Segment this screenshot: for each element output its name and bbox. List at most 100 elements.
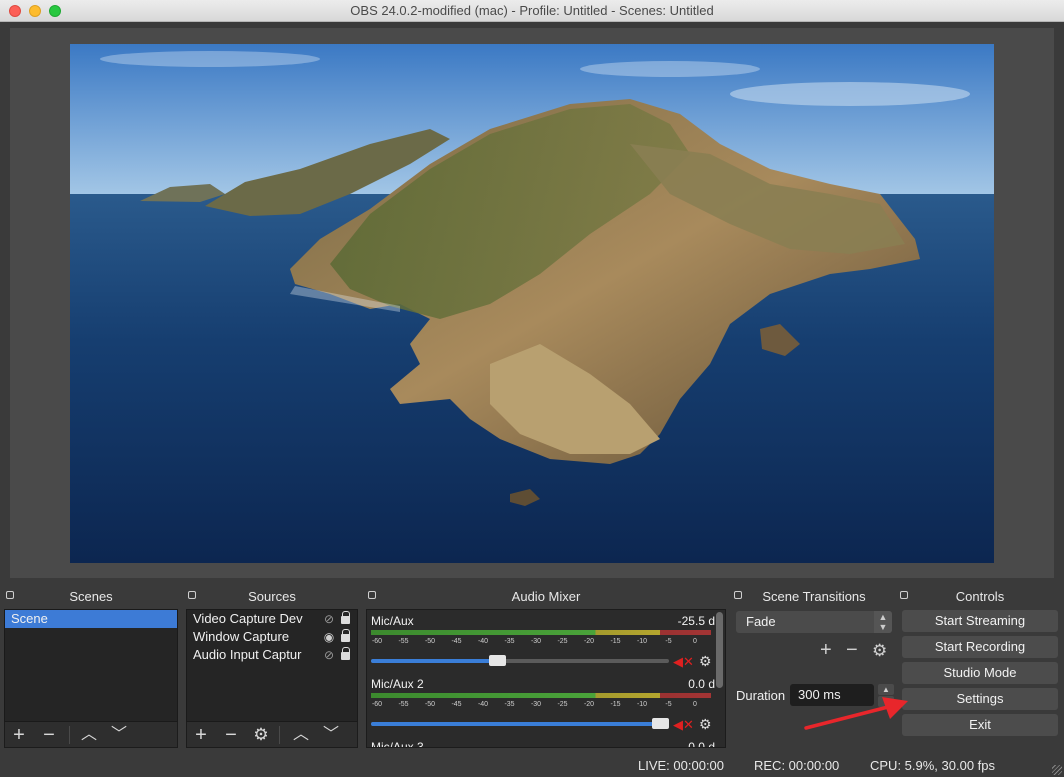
add-scene-button[interactable]: +: [9, 725, 29, 745]
scenes-dock: Scenes Scene + − ︿ ﹀: [4, 587, 178, 748]
remove-scene-button[interactable]: −: [39, 725, 59, 745]
meter-tick-label: -10: [636, 701, 648, 708]
meter-tick-label: -40: [477, 638, 489, 645]
meter-tick-label: -45: [451, 701, 462, 708]
move-source-up-button[interactable]: ︿: [291, 725, 311, 745]
source-item[interactable]: Video Capture Dev ⊘: [187, 610, 357, 628]
meter-tick-label: -25: [557, 701, 568, 708]
preview-canvas[interactable]: [70, 44, 994, 563]
start-streaming-button[interactable]: Start Streaming: [902, 610, 1058, 632]
channel-db: 0.0 d: [688, 677, 715, 691]
toolbar-divider: [69, 726, 70, 744]
channel-db: -25.5 d: [677, 614, 715, 628]
dock-float-icon[interactable]: [368, 591, 376, 599]
duration-label: Duration: [736, 688, 786, 703]
start-recording-button[interactable]: Start Recording: [902, 636, 1058, 658]
dock-float-icon[interactable]: [734, 591, 742, 599]
meter-tick-label: -15: [610, 638, 621, 645]
dock-float-icon[interactable]: [188, 591, 196, 599]
gear-icon[interactable]: ⚙: [699, 653, 712, 670]
duration-increment-button[interactable]: ▲: [878, 684, 894, 695]
meter-tick-label: -55: [398, 638, 409, 645]
meter-tick-label: -30: [530, 638, 542, 645]
lock-icon[interactable]: [337, 646, 353, 664]
channel-name: Mic/Aux 2: [371, 677, 424, 691]
meter-tick-label: -35: [504, 638, 515, 645]
add-transition-button[interactable]: +: [820, 639, 832, 662]
move-source-down-button[interactable]: ﹀: [321, 725, 341, 745]
cpu-fps-status: CPU: 5.9%, 30.00 fps: [870, 758, 996, 773]
resize-grip[interactable]: [1052, 765, 1062, 775]
annotation-arrow: [804, 697, 908, 730]
scene-transitions-dock-title: Scene Transitions: [732, 587, 896, 607]
meter-ticks: -60 -55 -50 -45 -40 -35 -30 -25 -20 -15 -10 -5 0: [371, 699, 711, 711]
preview-image: [70, 44, 994, 563]
close-window-button[interactable]: [9, 5, 21, 17]
meter-tick-label: -5: [665, 701, 672, 708]
meter-tick-label: -60: [371, 701, 383, 708]
eye-hidden-icon[interactable]: ⊘: [321, 646, 337, 664]
mute-speaker-icon[interactable]: ◀✕: [673, 654, 694, 670]
toolbar-divider: [279, 726, 280, 744]
sources-list[interactable]: Video Capture Dev ⊘ Window Capture ◉ Aud…: [186, 609, 358, 722]
transition-select[interactable]: Fade ▲ ▼: [736, 611, 892, 633]
meter-tick-label: 0: [693, 638, 697, 645]
source-properties-gear-icon[interactable]: ⚙: [251, 725, 271, 745]
scene-item[interactable]: Scene: [5, 610, 177, 628]
volume-slider-handle[interactable]: [652, 718, 669, 729]
scenes-dock-title: Scenes: [4, 587, 178, 607]
meter-tick-label: -35: [504, 701, 515, 708]
dock-float-icon[interactable]: [900, 591, 908, 599]
mute-speaker-icon[interactable]: ◀✕: [673, 717, 694, 733]
scenes-toolbar: + − ︿ ﹀: [4, 722, 178, 748]
dock-float-icon[interactable]: [6, 591, 14, 599]
transition-properties-gear-icon[interactable]: ⚙: [872, 641, 887, 661]
source-item[interactable]: Window Capture ◉: [187, 628, 357, 646]
audio-mixer-dock: Audio Mixer Mic/Aux -25.5 d -60 -55 -50 -45…: [366, 587, 726, 748]
scenes-list[interactable]: Scene: [4, 609, 178, 722]
controls-dock: Controls Start Streaming Start Recording…: [898, 587, 1062, 748]
meter-tick-label: -5: [665, 638, 672, 645]
move-scene-down-button[interactable]: ﹀: [109, 725, 129, 745]
meter-tick-label: -55: [398, 701, 409, 708]
volume-slider[interactable]: [371, 718, 669, 729]
meter-tick-label: -20: [583, 701, 595, 708]
meter-tick-label: 0: [693, 701, 697, 708]
lock-icon[interactable]: [337, 610, 353, 628]
settings-button[interactable]: Settings: [902, 688, 1058, 710]
mixer-scrollbar[interactable]: [716, 612, 723, 688]
maximize-window-button[interactable]: [49, 5, 61, 17]
remove-transition-button[interactable]: −: [846, 639, 858, 662]
gear-icon[interactable]: ⚙: [699, 716, 712, 733]
rec-timer: REC: 00:00:00: [754, 758, 840, 773]
meter-tick-label: -50: [424, 701, 436, 708]
volume-meter: [371, 630, 711, 635]
minimize-window-button[interactable]: [29, 5, 41, 17]
lock-icon[interactable]: [337, 628, 353, 646]
meter-tick-label: -30: [530, 701, 542, 708]
meter-tick-label: -25: [557, 638, 568, 645]
meter-tick-label: -45: [451, 638, 462, 645]
channel-name: Mic/Aux 3: [371, 740, 424, 748]
move-scene-up-button[interactable]: ︿: [79, 725, 99, 745]
meter-tick-label: -10: [636, 638, 648, 645]
meter-tick-label: -20: [583, 638, 595, 645]
window-title: OBS 24.0.2-modified (mac) - Profile: Unt…: [350, 3, 714, 18]
volume-slider-handle[interactable]: [489, 655, 507, 666]
remove-source-button[interactable]: −: [221, 725, 241, 745]
meter-tick-label: -50: [424, 638, 436, 645]
meter-tick-label: -60: [371, 638, 383, 645]
eye-icon[interactable]: ◉: [321, 628, 337, 646]
eye-hidden-icon[interactable]: ⊘: [321, 610, 337, 628]
exit-button[interactable]: Exit: [902, 714, 1058, 736]
meter-tick-label: -15: [610, 701, 621, 708]
sources-dock: Sources Video Capture Dev ⊘ Window Captu…: [186, 587, 358, 748]
source-item[interactable]: Audio Input Captur ⊘: [187, 646, 357, 664]
preview-area: [10, 28, 1054, 578]
meter-ticks: -60 -55 -50 -45 -40 -35 -30 -25 -20 -15 -10 -5 0: [371, 636, 711, 648]
studio-mode-button[interactable]: Studio Mode: [902, 662, 1058, 684]
meter-tick-label: -40: [477, 701, 489, 708]
volume-meter: [371, 693, 711, 698]
add-source-button[interactable]: +: [191, 725, 211, 745]
volume-slider[interactable]: [371, 655, 669, 666]
